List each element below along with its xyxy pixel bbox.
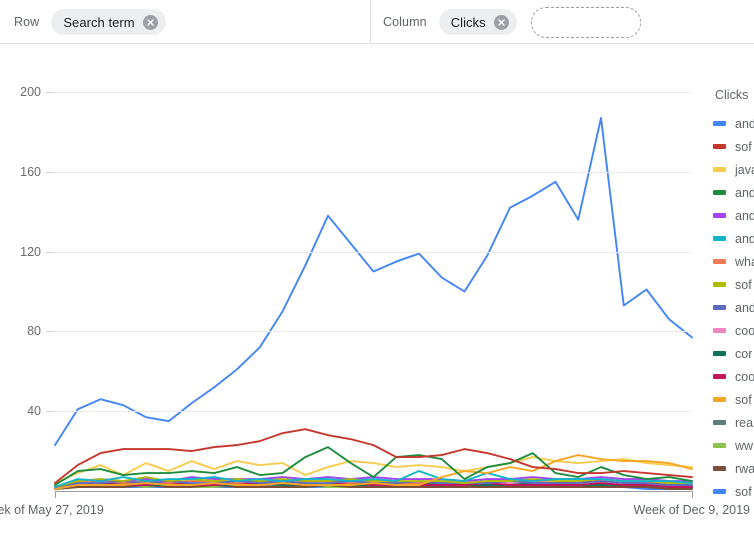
x-tick-mark <box>692 491 693 498</box>
legend-color-swatch <box>713 305 726 310</box>
x-tick-mark <box>55 491 56 498</box>
close-icon[interactable] <box>142 14 158 30</box>
series-lines <box>54 116 693 490</box>
legend-item-label: rea <box>735 415 754 430</box>
y-gridline <box>55 251 692 253</box>
y-axis-tick-label: 40 <box>27 404 41 419</box>
pivot-chart-screen: Row Search term Column Clicks 200 160 12… <box>0 0 754 522</box>
legend-item-label: wha <box>735 254 754 269</box>
column-shelf-label: Column <box>383 15 427 29</box>
y-gridline <box>55 171 692 173</box>
legend-item-label: and <box>735 231 754 246</box>
y-axis-tick-label: 200 <box>20 85 41 99</box>
y-gridline <box>55 92 692 93</box>
y-axis-tick-label: 120 <box>20 244 41 259</box>
legend-title: Clicks <box>715 88 749 102</box>
x-axis-tick-label: eek of May 27, 2019 <box>0 503 104 517</box>
row-shelf-label: Row <box>14 15 40 29</box>
legend-item[interactable]: rwa <box>713 457 754 480</box>
legend-item-label: and <box>735 208 754 223</box>
pivot-toolbar: Row Search term Column Clicks <box>0 0 754 44</box>
y-axis-tick-label: 160 <box>20 164 41 179</box>
legend-item[interactable]: rea <box>713 411 754 434</box>
legend-color-swatch <box>713 351 726 356</box>
legend-item-label: cor <box>735 346 753 361</box>
row-shelf[interactable]: Row Search term <box>14 0 166 44</box>
column-chip-clicks[interactable]: Clicks <box>438 9 517 35</box>
legend-color-swatch <box>713 167 726 172</box>
legend-item[interactable]: coo <box>713 365 754 388</box>
legend-item[interactable]: sof <box>713 273 754 296</box>
legend-item[interactable]: java <box>713 158 754 181</box>
legend-color-swatch <box>713 144 726 149</box>
legend-item-label: java <box>735 162 754 177</box>
row-chip-search-term[interactable]: Search term <box>51 9 166 35</box>
legend-item-label: and <box>735 185 754 200</box>
line-chart: 200 160 120 80 40 eek of May 27, 2019 Week of … <box>0 44 754 522</box>
column-shelf[interactable]: Column Clicks <box>383 0 641 44</box>
legend-item-label: sof <box>735 484 752 499</box>
series-line <box>54 116 693 447</box>
y-tick-mark <box>46 411 54 413</box>
legend-color-swatch <box>713 328 726 333</box>
legend-item-label: and <box>735 300 754 315</box>
chart-legend: Clicks and sof java and and and wha sof and coo co… <box>713 88 754 508</box>
legend-color-swatch <box>713 489 726 494</box>
legend-item-label: coo <box>735 323 754 338</box>
toolbar-divider <box>370 0 371 44</box>
legend-item[interactable]: wha <box>713 250 754 273</box>
legend-item-label: sof <box>735 277 752 292</box>
legend-item[interactable]: and <box>713 204 754 227</box>
legend-color-swatch <box>713 190 726 195</box>
legend-color-swatch <box>713 420 726 425</box>
y-tick-mark <box>46 92 54 93</box>
legend-color-swatch <box>713 121 726 126</box>
legend-item-label: coo <box>735 369 754 384</box>
plot-area <box>54 92 693 539</box>
legend-item-label: and <box>735 116 754 131</box>
legend-item[interactable]: cor <box>713 342 754 365</box>
legend-item-label: sof <box>735 139 752 154</box>
y-tick-mark <box>46 251 54 253</box>
series-line <box>54 428 693 484</box>
legend-color-swatch <box>713 466 726 471</box>
legend-item[interactable]: ww <box>713 434 754 457</box>
y-tick-mark <box>46 331 54 333</box>
legend-color-swatch <box>713 397 726 402</box>
legend-item[interactable]: sof <box>713 480 754 503</box>
legend-item[interactable]: sof <box>713 388 754 411</box>
legend-item[interactable]: sof <box>713 135 754 158</box>
row-chip-label: Search term <box>63 14 135 30</box>
legend-color-swatch <box>713 374 726 379</box>
legend-item-label: sof <box>735 392 752 407</box>
close-icon[interactable] <box>493 14 509 30</box>
legend-item[interactable]: and <box>713 227 754 250</box>
column-chip-label: Clicks <box>450 14 486 30</box>
legend-color-swatch <box>713 236 726 241</box>
y-tick-mark <box>46 171 54 173</box>
y-gridline <box>55 411 692 413</box>
field-dropzone[interactable] <box>530 6 641 38</box>
legend-item-list: and sof java and and and wha sof and coo cor coo sof… <box>713 112 754 503</box>
legend-item-label: rwa <box>735 461 754 476</box>
legend-item[interactable]: and <box>713 112 754 135</box>
legend-item[interactable]: and <box>713 296 754 319</box>
legend-color-swatch <box>713 259 726 264</box>
legend-item[interactable]: and <box>713 181 754 204</box>
x-axis-baseline <box>55 491 692 492</box>
legend-item[interactable]: coo <box>713 319 754 342</box>
y-axis-tick-label: 80 <box>27 324 41 339</box>
legend-item-label: ww <box>735 438 754 453</box>
legend-color-swatch <box>713 282 726 287</box>
y-gridline <box>55 331 692 333</box>
legend-color-swatch <box>713 213 726 218</box>
legend-color-swatch <box>713 443 726 448</box>
